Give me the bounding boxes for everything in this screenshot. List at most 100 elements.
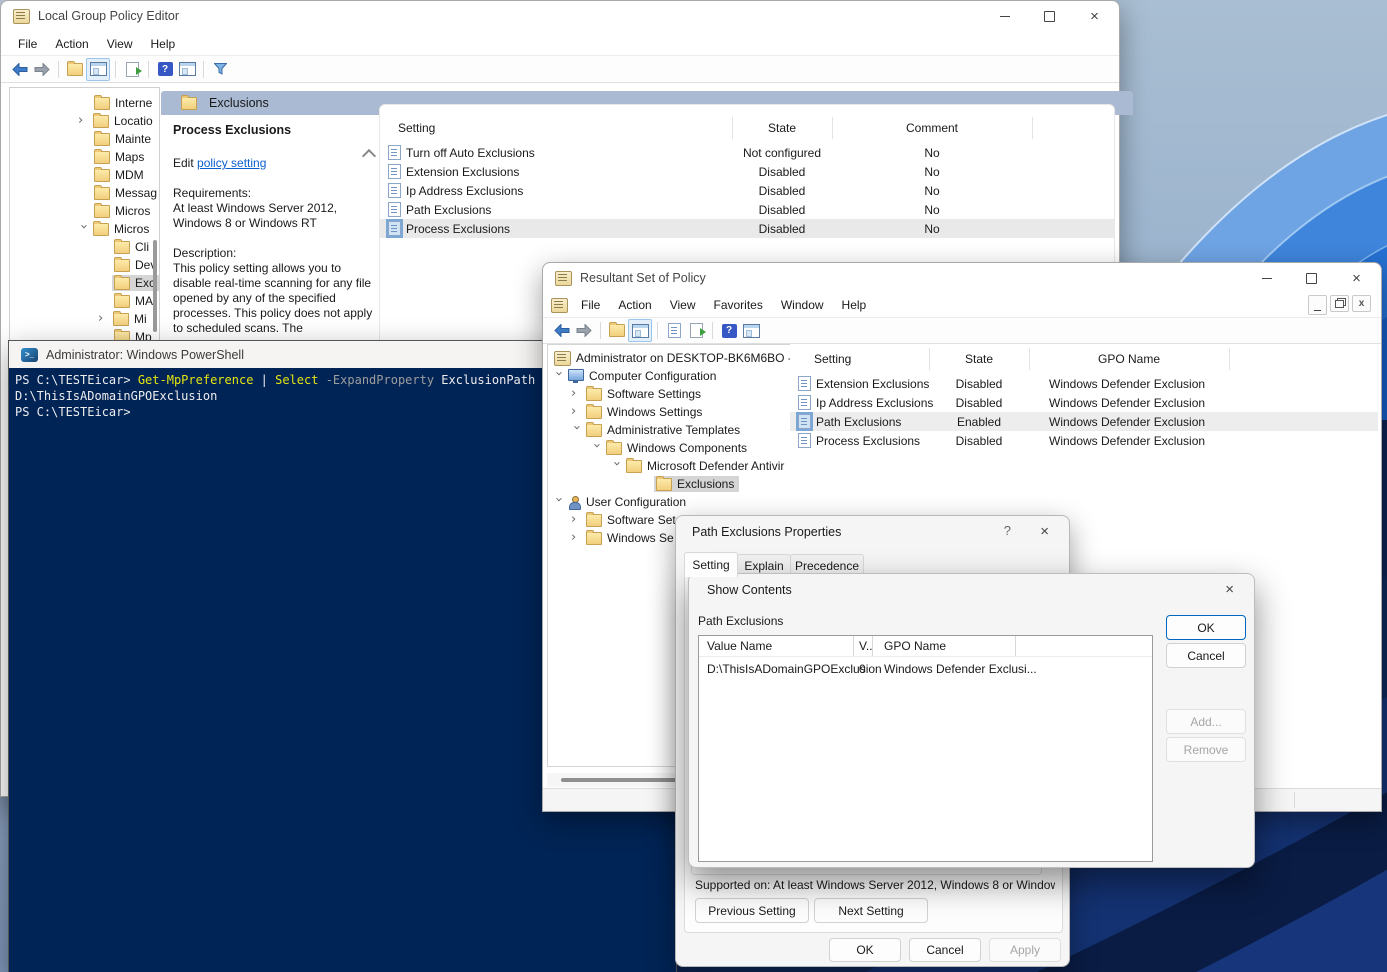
menu-view[interactable]: View [661,294,705,316]
mdi-minimize-button[interactable] [1308,295,1327,315]
add-button[interactable]: Add... [1166,709,1246,734]
cancel-button[interactable]: Cancel [1166,643,1246,668]
filter-button[interactable] [209,59,231,80]
minimize-button[interactable] [1244,263,1289,293]
help-button[interactable]: ? [718,320,740,341]
tree-item[interactable]: MDM [10,166,159,184]
chevron-down-icon[interactable]: › [611,461,621,471]
tree-item[interactable]: Micros [10,202,159,220]
menu-file[interactable]: File [9,33,46,55]
tree-item[interactable]: ›Software Settings [548,385,790,403]
show-console-tree-button[interactable] [628,319,652,342]
chevron-right-icon[interactable]: › [571,389,581,399]
tree-item[interactable]: Dev [10,256,159,274]
menu-view[interactable]: View [98,33,142,55]
column-header-gpo-name[interactable]: GPO Name [884,639,946,653]
menu-favorites[interactable]: Favorites [705,294,772,316]
tree-item-exclusions-selected[interactable]: Exclusions [548,475,790,493]
table-row[interactable]: Extension Exclusions Disabled No [380,162,1114,181]
chevron-down-icon[interactable]: › [553,497,563,507]
tree-item-user-configuration[interactable]: ›User Configuration [548,493,790,511]
chevron-down-icon[interactable]: › [78,224,88,234]
table-row[interactable]: Ip Address Exclusions Disabled No [380,181,1114,200]
table-row-selected[interactable]: Path Exclusions Enabled Windows Defender… [790,412,1378,431]
ok-button[interactable]: OK [829,938,901,962]
cancel-button[interactable]: Cancel [909,938,981,962]
up-one-level-button[interactable] [606,320,628,341]
mdi-close-button[interactable]: x [1352,295,1371,312]
up-one-level-button[interactable] [64,59,86,80]
column-header-setting[interactable]: Setting [814,352,851,366]
extended-view-button[interactable] [740,320,762,341]
dialog-close-button[interactable]: × [1040,524,1049,539]
tree-item[interactable]: ›Administrative Templates [548,421,790,439]
previous-setting-button[interactable]: Previous Setting [695,898,809,923]
tree-item-root[interactable]: Administrator on DESKTOP-BK6M6BO - R [548,349,790,367]
back-button[interactable] [551,320,573,341]
tree-item[interactable]: ›Windows Settings [548,403,790,421]
column-header-state[interactable]: State [929,352,1029,366]
close-button[interactable]: × [1072,1,1117,31]
tree-item[interactable]: Messag [10,184,159,202]
tab-setting[interactable]: Setting [684,552,738,577]
tree-item[interactable]: MA [10,292,159,310]
table-row[interactable]: D:\ThisIsADomainGPOExclusion 0 Windows D… [699,659,1152,678]
table-row[interactable]: Process Exclusions Disabled Windows Defe… [790,431,1378,450]
chevron-down-icon[interactable]: › [571,425,581,435]
column-header-state[interactable]: State [732,121,832,135]
forward-button[interactable] [31,59,53,80]
ok-button[interactable]: OK [1166,615,1246,640]
dialog-help-button[interactable]: ? [1004,523,1011,538]
tree-item[interactable]: ›Micros [10,220,159,238]
menu-help[interactable]: Help [833,294,876,316]
tree-item[interactable]: Maps [10,148,159,166]
table-row[interactable]: Path Exclusions Disabled No [380,200,1114,219]
chevron-right-icon[interactable]: › [98,314,108,324]
forward-button[interactable] [573,320,595,341]
tree-item[interactable]: ›Microsoft Defender Antivir [548,457,790,475]
tree-item[interactable]: ›Windows Components [548,439,790,457]
extended-view-button[interactable] [176,59,198,80]
table-row[interactable]: Turn off Auto Exclusions Not configured … [380,143,1114,162]
lgpe-title-bar[interactable]: Local Group Policy Editor [1,1,1119,31]
menu-action[interactable]: Action [609,294,660,316]
chevron-right-icon[interactable]: › [571,533,581,543]
remove-button[interactable]: Remove [1166,737,1246,762]
menu-action[interactable]: Action [46,33,97,55]
column-header-value-name[interactable]: Value Name [707,639,772,653]
mdi-child-icon[interactable] [551,298,568,313]
minimize-button[interactable] [982,1,1027,31]
table-row[interactable]: Extension Exclusions Disabled Windows De… [790,374,1378,393]
properties-button[interactable] [663,320,685,341]
maximize-button[interactable] [1289,263,1334,293]
apply-button[interactable]: Apply [989,938,1061,962]
tree-item[interactable]: Mainte [10,130,159,148]
chevron-right-icon[interactable]: › [571,515,581,525]
tree-item[interactable]: ›Mi [10,310,159,328]
column-header-setting[interactable]: Setting [398,121,435,135]
hscrollbar-thumb[interactable] [561,778,683,782]
menu-file[interactable]: File [572,294,609,316]
chevron-right-icon[interactable]: › [571,407,581,417]
tree-item[interactable]: ›Locatio [10,112,159,130]
scroll-up-icon[interactable] [362,149,376,163]
chevron-down-icon[interactable]: › [591,443,601,453]
mdi-restore-button[interactable] [1330,295,1349,312]
menu-help[interactable]: Help [142,33,185,55]
close-button[interactable]: × [1334,263,1379,293]
policy-setting-link[interactable]: policy setting [197,156,266,170]
tree-item-exclusions-selected[interactable]: Exc [10,274,159,292]
show-contents-title-bar[interactable]: Show Contents [689,574,1254,606]
tree-item-computer-configuration[interactable]: ›Computer Configuration [548,367,790,385]
dialog-close-button[interactable]: × [1225,582,1234,597]
column-header-gpo-name[interactable]: GPO Name [1029,352,1229,366]
tree-item[interactable]: Interne [10,94,159,112]
help-button[interactable]: ? [154,59,176,80]
menu-window[interactable]: Window [772,294,833,316]
column-header-v[interactable]: V.. [859,639,873,653]
show-console-tree-button[interactable] [86,58,110,81]
chevron-down-icon[interactable]: › [553,371,563,381]
back-button[interactable] [9,59,31,80]
table-row[interactable]: Ip Address Exclusions Disabled Windows D… [790,393,1378,412]
tree-scrollbar-thumb[interactable] [153,240,157,332]
